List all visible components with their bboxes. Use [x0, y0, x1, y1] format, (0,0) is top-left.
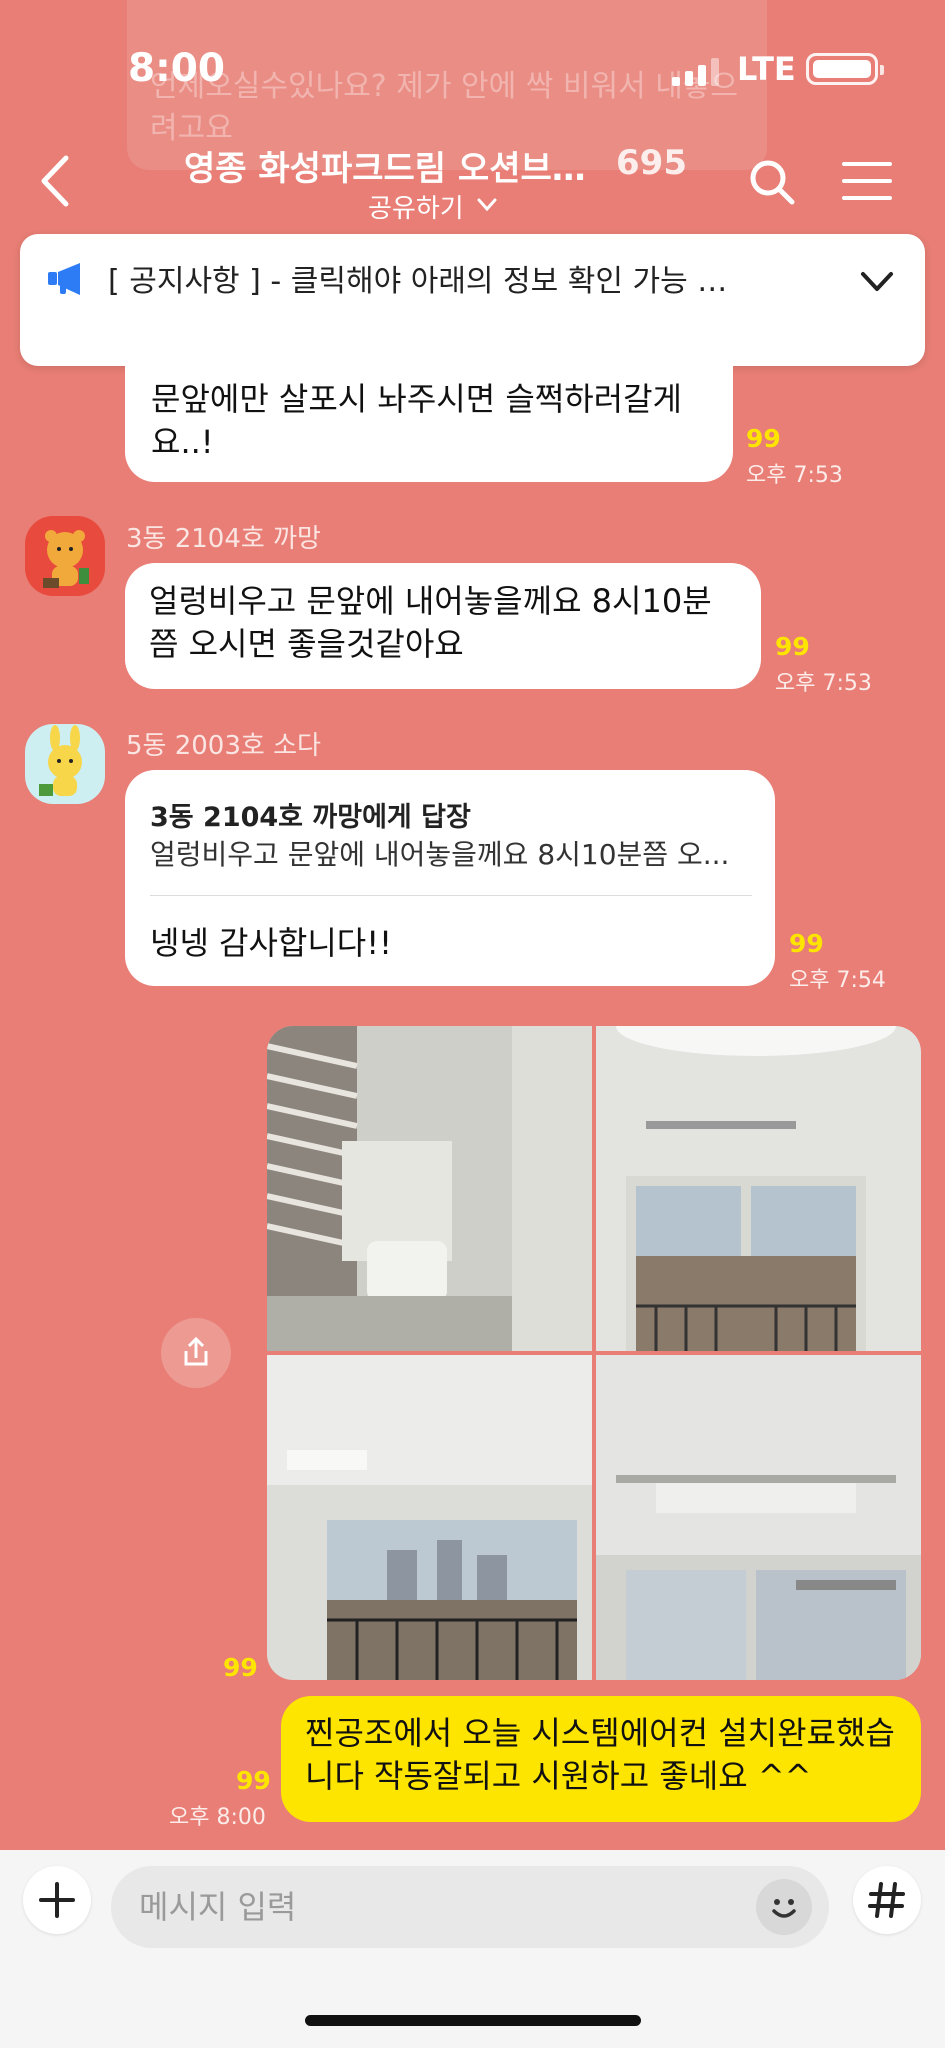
lion-character-icon	[43, 530, 89, 588]
search-button[interactable]	[748, 158, 798, 208]
back-button[interactable]	[36, 154, 76, 208]
message-bubble[interactable]: 얼렁비우고 문앞에 내어놓을께요 8시10분쯤 오시면 좋을것같아요	[125, 563, 761, 689]
photo-thumbnail[interactable]	[596, 1355, 921, 1680]
network-label: LTE	[737, 50, 796, 88]
back-arrow-icon	[41, 155, 69, 207]
member-count: 695	[616, 143, 687, 183]
message-time: 오후 7:53	[775, 671, 872, 696]
my-message-bubble[interactable]: 찐공조에서 오늘 시스템에어컨 설치완료했습니다 작동잘되고 시원하고 좋네요 …	[281, 1696, 921, 1822]
message-text: 넹넹 감사합니다!!	[150, 924, 392, 962]
message-input[interactable]	[111, 1866, 829, 1948]
search-icon	[750, 160, 795, 205]
share-label: 공유하기	[368, 194, 464, 224]
emoji-button[interactable]	[756, 1879, 812, 1935]
status-time: 8:00	[128, 46, 226, 91]
hamburger-menu-icon	[842, 162, 892, 200]
hashtag-icon	[868, 1882, 905, 1918]
photo-thumbnail[interactable]	[267, 1355, 592, 1680]
message-text: 문앞에만 살포시 놔주시면 슬쩍하러갈게요..!	[151, 380, 682, 461]
reply-to-label: 3동 2104호 까망에게 답장	[150, 802, 471, 833]
share-button[interactable]	[161, 1318, 231, 1388]
read-count: 99	[223, 1653, 258, 1682]
message-time: 오후 7:54	[789, 968, 886, 993]
read-count: 99	[775, 632, 810, 661]
photo-thumbnail[interactable]	[267, 1026, 592, 1351]
battery-icon	[806, 53, 884, 85]
message-text: 찐공조에서 오늘 시스템에어컨 설치완료했습니다 작동잘되고 시원하고 좋네요 …	[305, 1714, 895, 1795]
signal-icon	[672, 56, 722, 86]
home-indicator	[305, 2015, 641, 2026]
megaphone-icon	[46, 262, 88, 296]
share-icon	[184, 1336, 208, 1366]
notice-expand-button[interactable]	[860, 270, 894, 294]
attach-button[interactable]	[23, 1866, 91, 1934]
chevron-down-icon	[861, 272, 893, 291]
rabbit-character-icon	[39, 725, 82, 796]
sender-name: 5동 2003호 소다	[126, 731, 321, 761]
notice-text: [ 공지사항 ] - 클릭해야 아래의 정보 확인 가능 …	[108, 264, 728, 299]
reply-quote: 얼렁비우고 문앞에 내어놓을께요 8시10분쯤 오...	[150, 838, 730, 871]
read-count: 99	[236, 1766, 271, 1795]
read-count: 99	[746, 424, 781, 453]
menu-button[interactable]	[842, 160, 892, 202]
hashtag-button[interactable]	[853, 1866, 921, 1934]
chat-room-title[interactable]: 영종 화성파크드림 오션브…	[184, 141, 586, 190]
avatar[interactable]	[25, 516, 105, 596]
photo-thumbnail[interactable]	[596, 1026, 921, 1351]
sender-name: 3동 2104호 까망	[126, 524, 321, 554]
message-time: 오후 8:00	[169, 1805, 266, 1830]
share-dropdown[interactable]: 공유하기	[368, 186, 498, 224]
message-text: 얼렁비우고 문앞에 내어놓을께요 8시10분쯤 오시면 좋을것같아요	[149, 582, 712, 663]
chevron-down-icon	[477, 198, 497, 212]
avatar[interactable]	[25, 724, 105, 804]
previous-message-text: 언제오실수있나요? 제가 안에 싹 비워서 내놓으려고요	[150, 69, 739, 146]
message-bubble[interactable]: 문앞에만 살포시 놔주시면 슬쩍하러갈게요..!	[125, 366, 733, 482]
smiley-icon	[772, 1899, 796, 1918]
plus-icon	[39, 1882, 75, 1918]
message-time: 오후 7:53	[746, 463, 843, 488]
read-count: 99	[789, 929, 824, 958]
reply-divider	[150, 895, 752, 896]
